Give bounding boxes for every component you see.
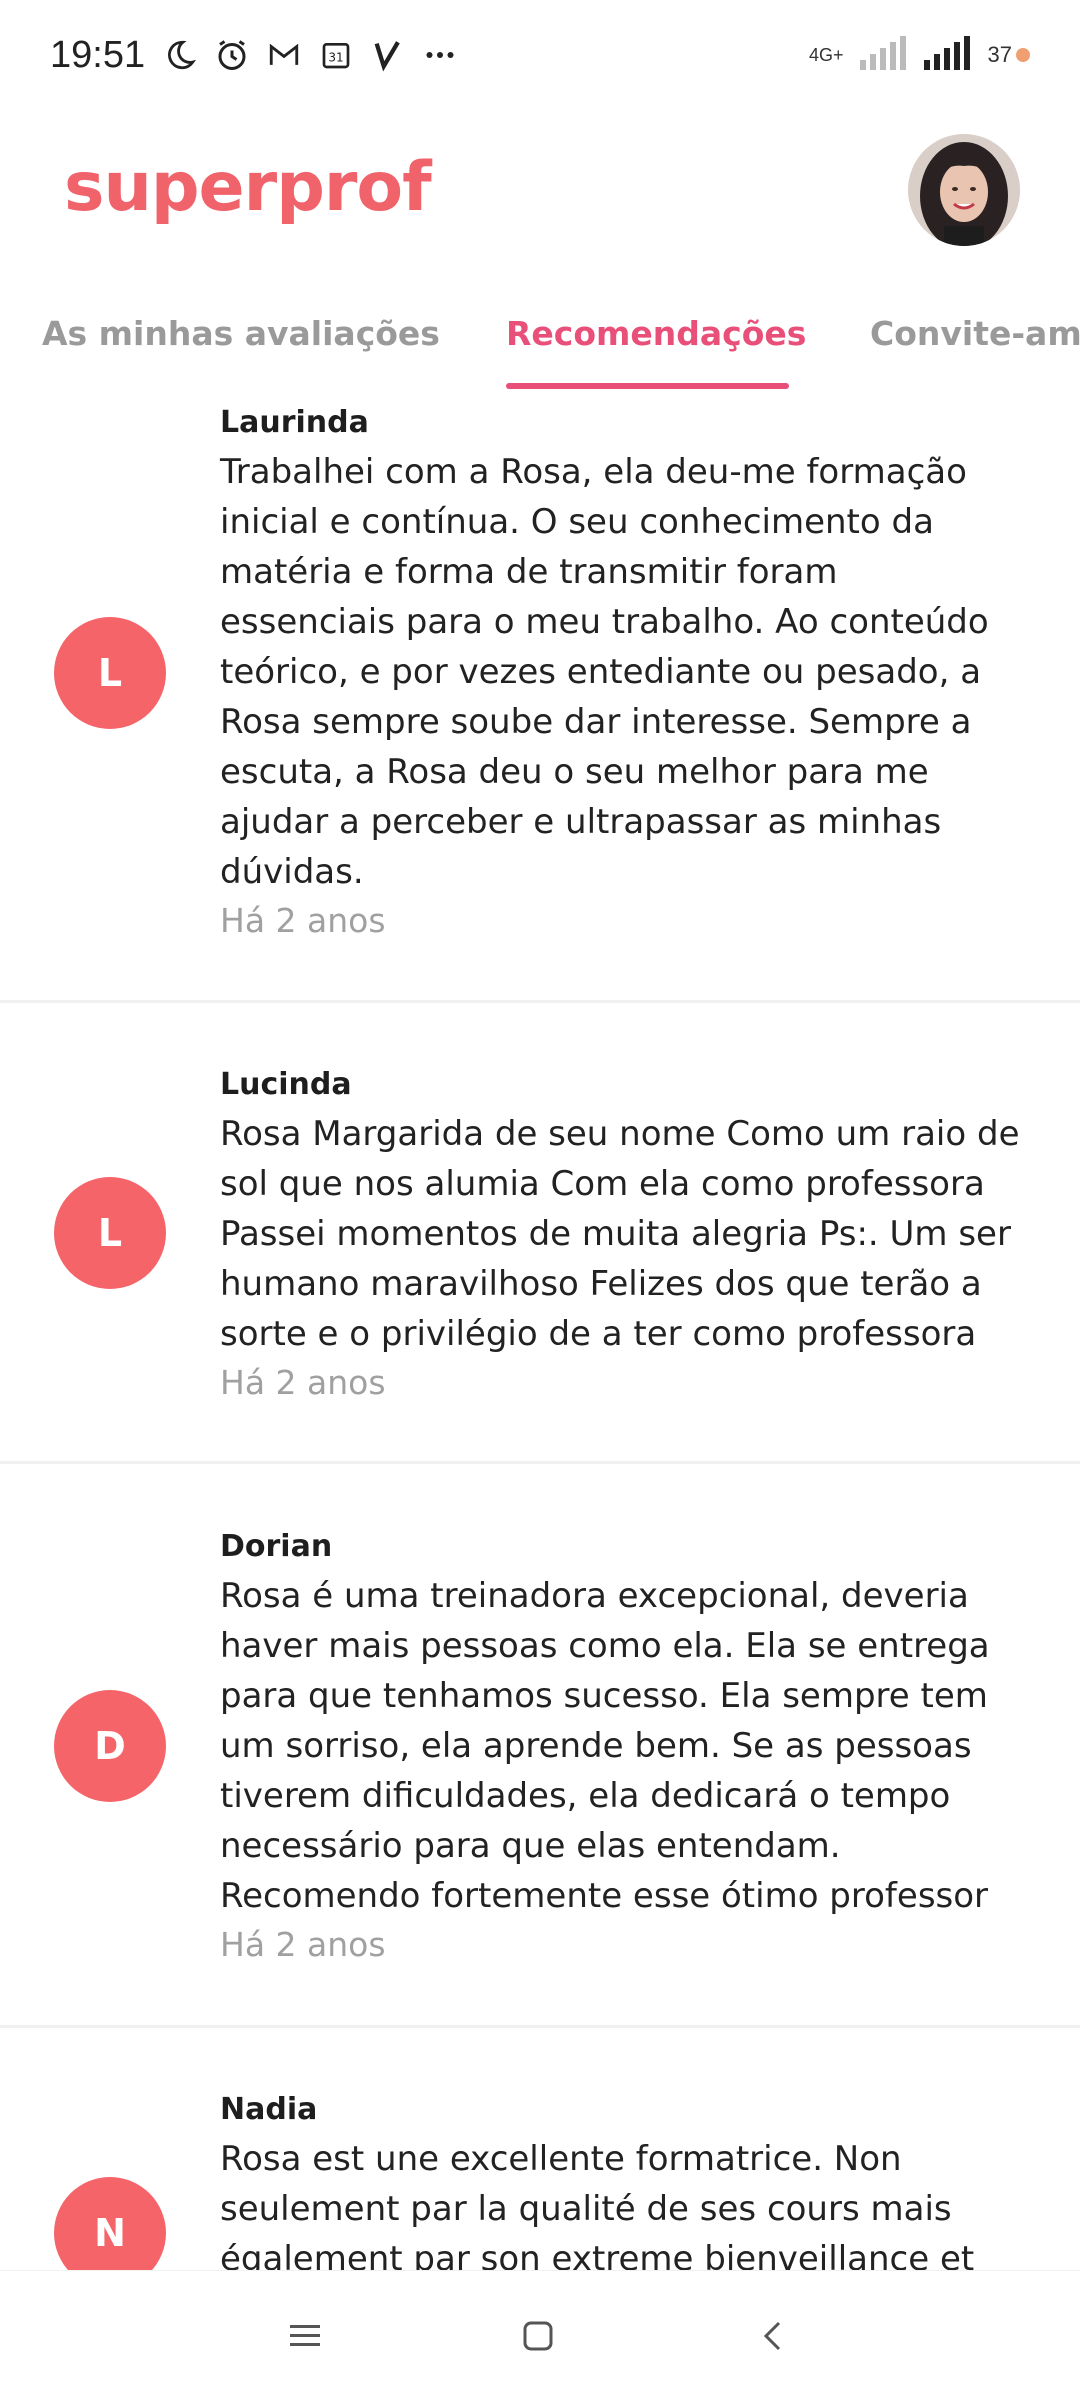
status-time: 19:51	[50, 33, 146, 76]
moon-icon	[161, 36, 199, 74]
review-time: Há 2 anos	[220, 1363, 386, 1402]
tab-bar: As minhas avaliações Recomendações Convi…	[0, 290, 1080, 390]
review-text: Trabalhei com a Rosa, ela deu-me formaçã…	[220, 447, 1030, 897]
reviewer-avatar: D	[54, 1690, 166, 1802]
network-type: 4G+	[808, 45, 844, 65]
profile-avatar[interactable]	[908, 134, 1020, 246]
reviewer-name: Nadia	[220, 2092, 318, 2127]
review-line: necessário para que elas entendam.	[220, 1826, 841, 1866]
home-icon[interactable]	[513, 2311, 563, 2361]
menu-icon[interactable]	[280, 2311, 330, 2361]
back-icon[interactable]	[748, 2311, 798, 2361]
review-line: également par son extreme bienveillance …	[220, 2239, 975, 2270]
review-line: escuta, a Rosa deu o seu melhor para me	[220, 752, 929, 792]
review-divider	[0, 1000, 1080, 1003]
review-line: Rosa est une excellente formatrice. Non	[220, 2139, 902, 2179]
reviewer-avatar: L	[54, 617, 166, 729]
review-line: um sorriso, ela aprende bem. Se as pesso…	[220, 1726, 972, 1766]
review-line: Passei momentos de muita alegria Ps:. Um…	[220, 1214, 1011, 1254]
signal-icon-2	[923, 36, 972, 74]
reviewer-name: Dorian	[220, 1529, 333, 1564]
review-divider	[0, 2025, 1080, 2028]
more-dots-icon	[421, 36, 459, 74]
review-line: Recomendo fortemente esse ótimo professo…	[220, 1876, 989, 1916]
reviewer-avatar: N	[54, 2177, 166, 2270]
review-line: inicial e contínua. O seu conhecimento d…	[220, 502, 934, 542]
review-line: Rosa Margarida de seu nome Como um raio …	[220, 1114, 1020, 1154]
review-line: sol que nos alumia Com ela como professo…	[220, 1164, 985, 1204]
alarm-icon	[213, 36, 251, 74]
battery-indicator: 37	[988, 42, 1030, 68]
app-v-icon	[369, 36, 407, 74]
tab-invite-friend[interactable]: Convite-ami	[870, 314, 1080, 353]
recommendations-list[interactable]: L Laurinda Trabalhei com a Rosa, ela deu…	[0, 395, 1080, 2270]
review-line: Trabalhei com a Rosa, ela deu-me formaçã…	[220, 452, 967, 492]
review-line: matéria e forma de transmitir foram	[220, 552, 838, 592]
review-line: seulement par la qualité de ses cours ma…	[220, 2189, 952, 2229]
review-line: humano maravilhoso Felizes dos que terão…	[220, 1264, 982, 1304]
review-line: para que tenhamos sucesso. Ela sempre te…	[220, 1676, 988, 1716]
review-line: teórico, e por vezes entediante ou pesad…	[220, 652, 982, 692]
status-right: 4G+ 37	[809, 36, 1030, 74]
review-text: Rosa est une excellente formatrice. Non …	[220, 2134, 1030, 2270]
gmail-icon	[265, 36, 303, 74]
active-tab-indicator	[506, 383, 789, 389]
review-line: Rosa sempre soube dar interesse. Sempre …	[220, 702, 972, 742]
battery-level: 37	[987, 42, 1012, 67]
tab-my-reviews[interactable]: As minhas avaliações	[42, 314, 440, 353]
review-time: Há 2 anos	[220, 901, 386, 940]
review-text: Rosa é uma treinadora excepcional, dever…	[220, 1571, 1030, 1921]
svg-text:31: 31	[328, 51, 343, 65]
review-line: haver mais pessoas como ela. Ela se entr…	[220, 1626, 990, 1666]
reviewer-avatar: L	[54, 1177, 166, 1289]
calendar-icon: 31	[317, 36, 355, 74]
review-time: Há 2 anos	[220, 1925, 386, 1964]
review-line: dúvidas.	[220, 852, 364, 892]
reviewer-name: Lucinda	[220, 1067, 352, 1102]
reviewer-name: Laurinda	[220, 405, 369, 440]
superprof-logo[interactable]: superprof	[64, 148, 432, 227]
review-line: ajudar a perceber e ultrapassar as minha…	[220, 802, 942, 842]
review-text: Rosa Margarida de seu nome Como um raio …	[220, 1109, 1030, 1359]
status-icons: 31	[161, 36, 459, 74]
review-line: sorte e o privilégio de a ter como profe…	[220, 1314, 977, 1354]
app-header: superprof	[0, 110, 1080, 270]
status-bar: 19:51 31 4G+ 37	[0, 0, 1080, 110]
review-line: tiverem dificuldades, ela dedicará o tem…	[220, 1776, 951, 1816]
tab-recommendations[interactable]: Recomendações	[506, 314, 806, 353]
system-nav-bar	[0, 2270, 1080, 2401]
battery-icon	[1016, 48, 1030, 62]
review-line: essenciais para o meu trabalho. Ao conte…	[220, 602, 989, 642]
review-line: Rosa é uma treinadora excepcional, dever…	[220, 1576, 969, 1616]
review-divider	[0, 1461, 1080, 1464]
signal-icon-1	[859, 36, 908, 74]
